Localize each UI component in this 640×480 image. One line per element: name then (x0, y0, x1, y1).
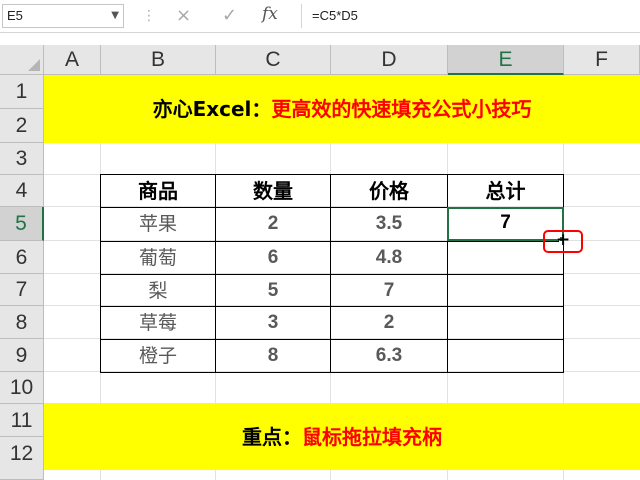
column-header-a[interactable]: A (44, 45, 101, 75)
table-cell-quantity[interactable]: 3 (215, 306, 331, 340)
select-all-corner[interactable] (0, 45, 44, 75)
row-header-11[interactable]: 11 (0, 404, 44, 437)
column-header-d[interactable]: D (331, 45, 448, 75)
tip-banner: 重点：鼠标拖拉填充柄 (44, 404, 640, 470)
column-header-e[interactable]: E (448, 45, 564, 75)
insert-function-icon[interactable]: fx (262, 4, 278, 24)
enter-check-icon[interactable]: ✓ (222, 5, 237, 26)
column-header-b[interactable]: B (101, 45, 216, 75)
row-header-1[interactable]: 1 (0, 75, 44, 109)
row-header-10[interactable]: 10 (0, 372, 44, 404)
table-cell-total[interactable] (447, 306, 564, 340)
table-header-total[interactable]: 总计 (447, 174, 564, 208)
name-box[interactable]: E5 ▼ (2, 4, 124, 28)
table-cell-quantity[interactable]: 8 (215, 339, 331, 373)
banner-title-highlight: 更高效的快速填充公式小技巧 (271, 97, 532, 121)
chevron-down-icon[interactable]: ▼ (111, 10, 119, 21)
row-header-4[interactable]: 4 (0, 175, 44, 207)
row-header-3[interactable]: 3 (0, 143, 44, 175)
table-cell-product[interactable]: 橙子 (100, 339, 216, 373)
table-cell-product[interactable]: 苹果 (100, 207, 216, 242)
drag-handle-icon[interactable]: ⋮ (142, 8, 156, 24)
table-cell-quantity[interactable]: 6 (215, 241, 331, 275)
table-header-product[interactable]: 商品 (100, 174, 216, 208)
table-cell-price[interactable]: 3.5 (330, 207, 448, 242)
table-cell-total[interactable] (447, 339, 564, 373)
table-cell-price[interactable]: 2 (330, 306, 448, 340)
row-header-9[interactable]: 9 (0, 339, 44, 372)
crosshair-cursor-icon: + (556, 230, 571, 250)
select-all-triangle-icon (28, 59, 40, 71)
formula-bar: E5 ▼ ⋮ × ✓ fx =C5*D5 (0, 0, 640, 33)
table-cell-price[interactable]: 6.3 (330, 339, 448, 373)
table-cell-quantity[interactable]: 5 (215, 274, 331, 307)
row-header-12[interactable]: 12 (0, 437, 44, 480)
row-header-6[interactable]: 6 (0, 241, 44, 274)
name-box-value: E5 (7, 8, 23, 23)
spreadsheet-grid[interactable]: A B C D E F 1 2 3 4 5 6 7 8 9 10 11 12 亦… (0, 45, 640, 480)
title-banner: 亦心Excel：更高效的快速填充公式小技巧 (44, 75, 640, 143)
table-cell-product[interactable]: 葡萄 (100, 241, 216, 275)
table-header-quantity[interactable]: 数量 (215, 174, 331, 208)
banner-tip-highlight: 鼠标拖拉填充柄 (302, 425, 442, 449)
row-header-7[interactable]: 7 (0, 274, 44, 306)
table-cell-price[interactable]: 7 (330, 274, 448, 307)
table-cell-product[interactable]: 草莓 (100, 306, 216, 340)
formula-divider (301, 4, 302, 28)
table-header-price[interactable]: 价格 (330, 174, 448, 208)
banner-tip-prefix: 重点： (242, 425, 302, 449)
row-header-2[interactable]: 2 (0, 109, 44, 143)
banner-title-prefix: 亦心Excel： (152, 97, 272, 121)
row-header-5[interactable]: 5 (0, 207, 44, 241)
table-cell-total[interactable] (447, 274, 564, 307)
row-header-8[interactable]: 8 (0, 306, 44, 339)
column-header-f[interactable]: F (564, 45, 640, 75)
table-cell-product[interactable]: 梨 (100, 274, 216, 307)
formula-input[interactable]: =C5*D5 (312, 8, 358, 23)
column-header-c[interactable]: C (216, 45, 331, 75)
table-cell-price[interactable]: 4.8 (330, 241, 448, 275)
cancel-icon[interactable]: × (176, 5, 191, 26)
table-cell-quantity[interactable]: 2 (215, 207, 331, 242)
